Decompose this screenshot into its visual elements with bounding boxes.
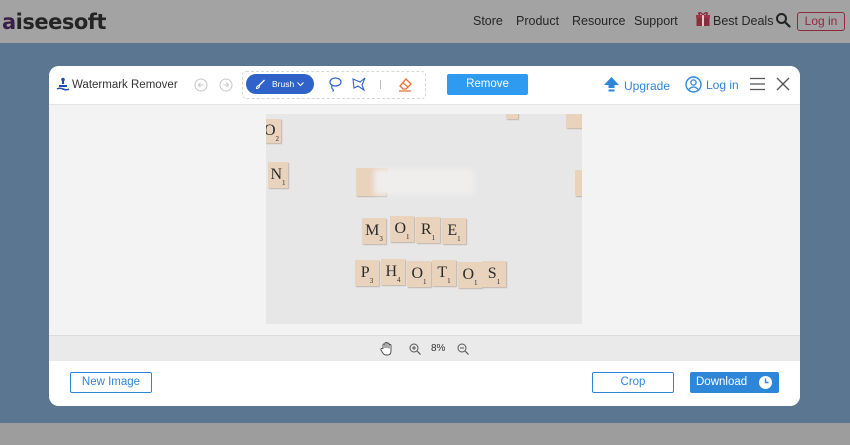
tile-fragment	[506, 114, 518, 119]
tile-row1: M3	[362, 218, 386, 244]
brush-icon	[255, 79, 265, 90]
tile-corner	[566, 114, 582, 128]
nav-product[interactable]: Product	[516, 14, 559, 28]
site-logo[interactable]: aiseesoft	[2, 10, 106, 34]
brush-tool-button[interactable]: Brush	[246, 74, 314, 94]
user-icon[interactable]	[685, 76, 702, 93]
download-label: Download	[696, 376, 748, 388]
download-button[interactable]: Download	[690, 372, 779, 393]
toolbar-divider	[380, 80, 381, 89]
redo-icon[interactable]	[219, 78, 233, 92]
nav-best-deals[interactable]: Best Deals	[713, 14, 773, 28]
zoom-bar: 8%	[49, 335, 800, 361]
tile-row2: H4	[381, 259, 405, 285]
tile-row2: T1	[432, 260, 456, 286]
tile-row1: O1	[390, 216, 414, 242]
tile-edge-right	[575, 170, 582, 196]
tile-row1: E1	[442, 218, 466, 244]
close-icon[interactable]	[776, 77, 790, 91]
hand-icon[interactable]	[380, 342, 393, 356]
zoom-level: 8%	[431, 343, 446, 354]
upgrade-icon[interactable]	[603, 76, 620, 93]
tile-edge-n: N1	[268, 162, 288, 188]
modal-login-link[interactable]: Log in	[706, 78, 739, 92]
zoom-in-icon[interactable]	[409, 343, 421, 355]
new-image-button[interactable]: New Image	[70, 372, 152, 393]
tile-row2: O1	[407, 261, 431, 287]
zoom-out-icon[interactable]	[457, 343, 469, 355]
logo-text: iseesoft	[15, 10, 107, 34]
tile-row2: O1	[458, 262, 482, 288]
tile-edge-o: O2	[266, 119, 281, 143]
crop-button[interactable]: Crop	[592, 372, 674, 393]
page-footer-strip	[0, 423, 850, 445]
image-preview[interactable]: O2 N1 M3 O1 R1 E1 P3 H4 O1 T1 O1 S1	[266, 114, 582, 324]
undo-icon[interactable]	[194, 78, 208, 92]
clock-icon	[759, 376, 772, 389]
polygon-lasso-icon[interactable]	[351, 76, 367, 92]
nav-resource[interactable]: Resource	[572, 14, 626, 28]
nav-store[interactable]: Store	[473, 14, 503, 28]
dialog-footer: New Image Crop Download	[49, 361, 800, 406]
brush-label: Brush	[272, 79, 295, 89]
logo-initial: a	[2, 10, 16, 34]
tile-row1: R1	[416, 217, 440, 243]
site-header: aiseesoft Store Product Resource Support…	[0, 0, 850, 43]
lasso-icon[interactable]	[327, 76, 343, 92]
menu-icon[interactable]	[750, 77, 765, 91]
canvas-workspace: O2 N1 M3 O1 R1 E1 P3 H4 O1 T1 O1 S1	[49, 104, 800, 335]
erased-watermark-area	[374, 169, 474, 195]
editor-toolbar: Watermark Remover Brush Remove Upgrade L…	[49, 66, 800, 104]
watermark-remover-dialog: Watermark Remover Brush Remove Upgrade L…	[49, 66, 800, 406]
app-title: Watermark Remover	[72, 79, 178, 91]
chevron-down-icon	[297, 82, 304, 87]
login-button[interactable]: Log in	[797, 12, 845, 31]
search-icon[interactable]	[775, 12, 791, 28]
gift-icon	[696, 12, 710, 26]
upgrade-link[interactable]: Upgrade	[624, 79, 670, 93]
tile-row2: P3	[355, 260, 379, 286]
remove-button[interactable]: Remove	[447, 74, 528, 95]
eraser-icon[interactable]	[397, 76, 413, 92]
watermark-app-icon	[56, 77, 70, 91]
nav-support[interactable]: Support	[634, 14, 678, 28]
tile-row2: S1	[482, 261, 506, 287]
